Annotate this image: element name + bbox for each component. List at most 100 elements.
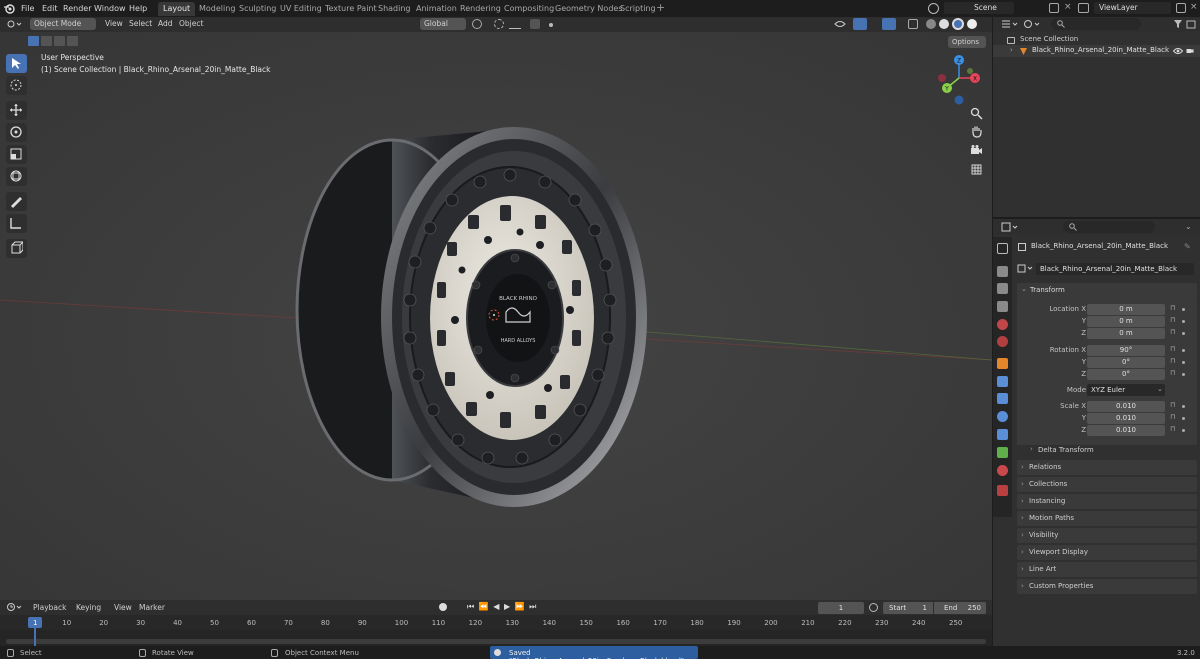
tab-data-icon[interactable] (997, 447, 1008, 458)
tab-physics-icon[interactable] (997, 411, 1008, 422)
lock-rotation-x-icon[interactable]: ⊓ (1170, 345, 1175, 353)
tab-scripting[interactable]: Scripting (615, 2, 661, 16)
timeline-view-menu[interactable]: View (114, 602, 132, 614)
xray-icon[interactable] (908, 19, 918, 29)
lock-scale-x-icon[interactable]: ⊓ (1170, 401, 1175, 409)
panel-line-art[interactable]: › Line Art (1017, 562, 1197, 577)
outliner-object-name[interactable]: Black_Rhino_Arsenal_20in_Matte_Black (1032, 46, 1169, 54)
snap-target-icon[interactable] (509, 20, 521, 29)
menu-render[interactable]: Render (63, 2, 91, 15)
lock-rotation-y-icon[interactable]: ⊓ (1170, 357, 1175, 365)
blender-logo-icon[interactable] (4, 3, 15, 14)
menu-view[interactable]: View (105, 18, 123, 30)
keyframe-rotation-x[interactable] (1182, 349, 1185, 352)
tab-texture-icon[interactable] (997, 485, 1008, 496)
menu-file[interactable]: File (21, 2, 34, 15)
tab-particles-icon[interactable] (997, 393, 1008, 404)
camera-restrict-icon[interactable] (1186, 47, 1194, 55)
proportional-edit-icon[interactable] (530, 19, 540, 29)
panel-collections[interactable]: › Collections (1017, 477, 1197, 492)
3d-viewport[interactable]: BLACK RHINO HARD ALLOYS Object Mode View… (0, 17, 992, 600)
close-scene-icon[interactable]: × (1064, 2, 1072, 12)
menu-window[interactable]: Window (94, 2, 126, 15)
timeline-marker-menu[interactable]: Marker (139, 602, 165, 614)
panel-visibility[interactable]: › Visibility (1017, 528, 1197, 543)
object-name-field[interactable]: Black_Rhino_Arsenal_20in_Matte_Black (1036, 263, 1194, 275)
lock-scale-y-icon[interactable]: ⊓ (1170, 413, 1175, 421)
lock-scale-z-icon[interactable]: ⊓ (1170, 425, 1175, 433)
proportional-falloff-icon[interactable] (549, 23, 553, 27)
zoom-icon[interactable] (970, 107, 983, 120)
transform-tool[interactable] (6, 167, 27, 186)
expand-chevron-icon[interactable]: › (1010, 46, 1013, 54)
new-collection-icon[interactable] (1186, 19, 1196, 29)
tab-render-icon[interactable] (997, 266, 1008, 277)
navigation-gizmo[interactable]: X Z Y (934, 53, 984, 109)
keyframe-location-x[interactable] (1182, 308, 1185, 311)
camera-view-icon[interactable] (970, 144, 983, 157)
overlay-toggle-icon[interactable] (882, 18, 896, 30)
move-tool[interactable] (6, 101, 27, 120)
timeline-scrollbar[interactable] (6, 639, 986, 644)
scene-selector[interactable]: Scene (944, 2, 1014, 14)
shading-material-icon[interactable] (952, 18, 964, 30)
keyframe-rotation-z[interactable] (1182, 373, 1185, 376)
properties-editor-icon[interactable] (1001, 222, 1019, 233)
location-z-field[interactable]: 0 m (1087, 328, 1165, 339)
cursor-tool[interactable] (6, 76, 27, 95)
rotation-x-field[interactable]: 90° (1087, 345, 1165, 356)
panel-custom-properties[interactable]: › Custom Properties (1017, 579, 1197, 594)
keyframe-location-z[interactable] (1182, 332, 1185, 335)
menu-help[interactable]: Help (129, 2, 147, 15)
new-view-layer-icon[interactable] (1176, 3, 1186, 13)
select-mode-buttons[interactable] (28, 36, 86, 46)
record-icon[interactable] (439, 603, 447, 611)
keyframe-scale-z[interactable] (1182, 429, 1185, 432)
ortho-grid-icon[interactable] (970, 163, 983, 176)
scale-y-field[interactable]: 0.010 (1087, 413, 1165, 424)
view-layer-selector[interactable]: ViewLayer (1094, 2, 1171, 14)
preview-range-clock-icon[interactable] (869, 603, 878, 612)
tab-object-icon[interactable] (997, 358, 1008, 369)
panel-motion-paths[interactable]: › Motion Paths (1017, 511, 1197, 526)
new-scene-icon[interactable] (1049, 3, 1059, 13)
panel-relations[interactable]: › Relations (1017, 460, 1197, 475)
select-box-tool[interactable] (6, 54, 27, 73)
visibility-icon[interactable] (834, 19, 846, 29)
scene-icon[interactable] (928, 3, 939, 14)
tab-world-icon[interactable] (997, 336, 1008, 347)
add-workspace-icon[interactable]: + (656, 1, 665, 14)
scale-x-field[interactable]: 0.010 (1087, 401, 1165, 412)
mode-selector[interactable]: Object Mode (30, 18, 96, 30)
shading-wireframe-icon[interactable] (926, 19, 936, 29)
saved-report-badge[interactable]: Saved "Black_Rhino_Arsenal_20in_Sand_on_… (490, 646, 698, 659)
menu-select[interactable]: Select (129, 18, 152, 30)
tab-scene-icon[interactable] (997, 319, 1008, 330)
panel-viewport-display[interactable]: › Viewport Display (1017, 545, 1197, 560)
timeline-playback-menu[interactable]: Playback (33, 602, 66, 614)
end-frame-field[interactable]: End 250 (934, 602, 986, 614)
lock-location-z-icon[interactable]: ⊓ (1170, 328, 1175, 336)
keyframe-rotation-y[interactable] (1182, 361, 1185, 364)
transform-orientation-selector[interactable]: Global (420, 18, 466, 30)
options-button[interactable]: Options (948, 36, 986, 48)
shading-rendered-icon[interactable] (967, 19, 977, 29)
object-type-icon[interactable] (1017, 263, 1035, 274)
timeline-keying-menu[interactable]: Keying (76, 602, 101, 614)
delta-transform-chevron-icon[interactable]: › (1030, 445, 1033, 453)
tab-material-icon[interactable] (997, 465, 1008, 476)
add-cube-tool[interactable] (6, 239, 27, 258)
display-mode-icon[interactable] (1023, 19, 1041, 30)
scale-z-field[interactable]: 0.010 (1087, 425, 1165, 436)
properties-options-icon[interactable]: ⌄ (1185, 222, 1192, 231)
close-view-layer-icon[interactable]: × (1190, 2, 1198, 12)
timeline-editor-icon[interactable] (6, 602, 22, 613)
current-frame-field[interactable]: 1 (818, 602, 864, 614)
rotate-tool[interactable] (6, 123, 27, 142)
playback-controls[interactable]: ⏮ ⏪ ◀ ▶ ⏩ ⏭ (467, 602, 543, 613)
snap-icon[interactable] (494, 19, 504, 29)
keyframe-scale-x[interactable] (1182, 405, 1185, 408)
tab-output-icon[interactable] (997, 283, 1008, 294)
rotation-z-field[interactable]: 0° (1087, 369, 1165, 380)
tab-layout[interactable]: Layout (158, 2, 196, 16)
